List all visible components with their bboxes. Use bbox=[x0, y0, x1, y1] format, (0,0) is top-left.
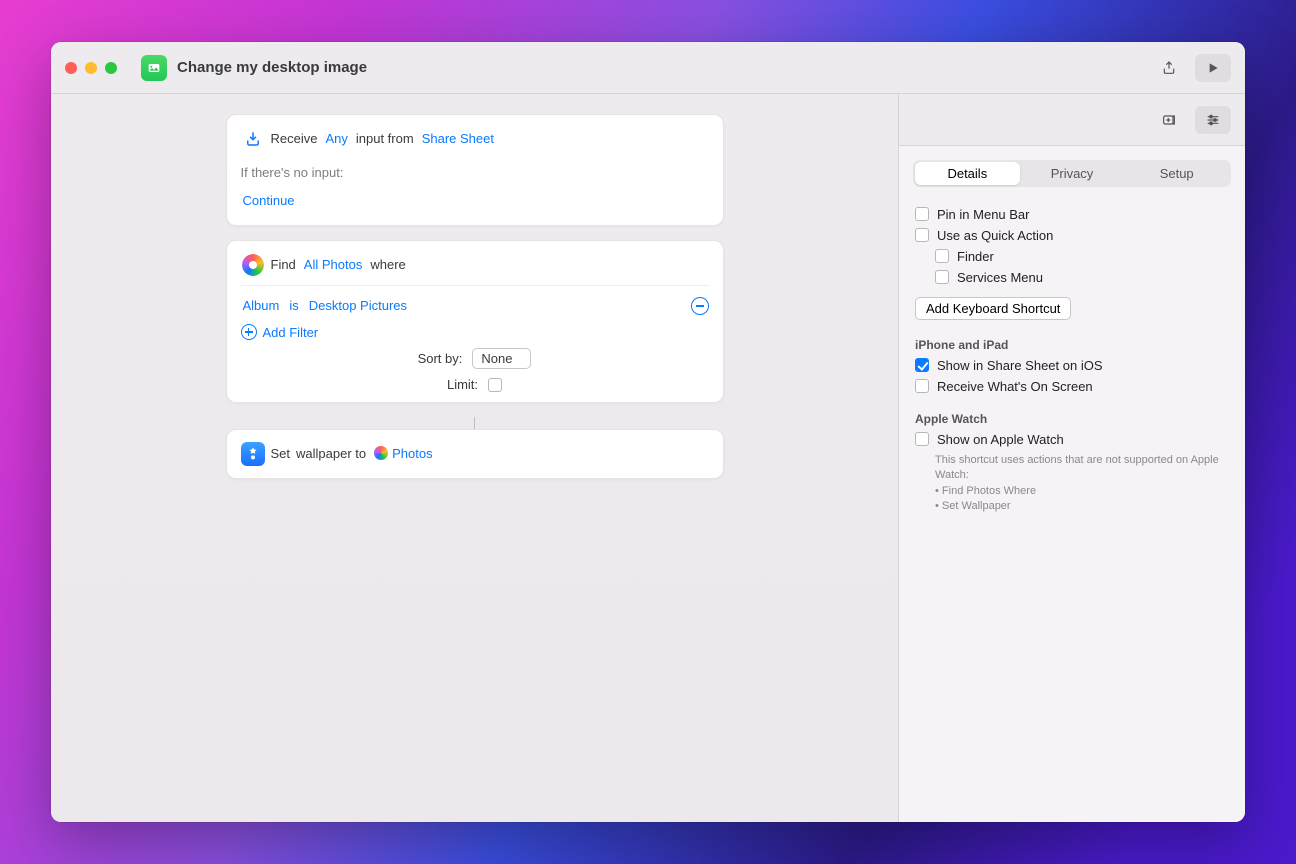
tab-setup[interactable]: Setup bbox=[1124, 162, 1229, 185]
check-pin-menu-bar[interactable] bbox=[915, 207, 929, 221]
inspector-sidebar: Details Privacy Setup Pin in Menu Bar Us… bbox=[899, 94, 1245, 822]
workflow-canvas[interactable]: Receive Any input from Share Sheet If th… bbox=[51, 94, 899, 822]
plus-circle-icon bbox=[241, 324, 257, 340]
token-source[interactable]: Share Sheet bbox=[420, 125, 496, 153]
label-input-from: input from bbox=[356, 125, 414, 153]
add-filter-button[interactable]: Add Filter bbox=[241, 324, 709, 340]
label-find: Find bbox=[271, 251, 296, 279]
details-panel: Pin in Menu Bar Use as Quick Action Find… bbox=[899, 201, 1245, 525]
shortcuts-editor-window: Change my desktop image Receive Any inpu… bbox=[51, 42, 1245, 822]
token-no-input-action[interactable]: Continue bbox=[241, 187, 297, 215]
label-pin-menu-bar: Pin in Menu Bar bbox=[937, 207, 1030, 222]
token-collection[interactable]: All Photos bbox=[302, 251, 365, 279]
watch-unsupported-note: This shortcut uses actions that are not … bbox=[935, 453, 1229, 515]
label-wallpaper-to: wallpaper to bbox=[296, 440, 366, 468]
section-iphone-ipad: iPhone and iPad bbox=[915, 338, 1229, 352]
check-finder[interactable] bbox=[935, 249, 949, 263]
sidebar-toolbar bbox=[899, 94, 1245, 146]
action-set-wallpaper[interactable]: Set wallpaper to Photos bbox=[226, 429, 724, 479]
tab-details[interactable]: Details bbox=[915, 162, 1020, 185]
label-no-input: If there's no input: bbox=[241, 159, 344, 187]
minimize-button[interactable] bbox=[85, 62, 97, 74]
add-keyboard-shortcut-button[interactable]: Add Keyboard Shortcut bbox=[915, 297, 1071, 320]
remove-filter-button[interactable] bbox=[691, 297, 709, 315]
token-wallpaper-source[interactable]: Photos bbox=[372, 440, 434, 468]
action-find-photos[interactable]: Find All Photos where Album is Desktop P… bbox=[226, 240, 724, 403]
check-services-menu[interactable] bbox=[935, 270, 949, 284]
input-icon bbox=[241, 127, 265, 151]
inspector-tabs: Details Privacy Setup bbox=[913, 160, 1231, 187]
fullscreen-button[interactable] bbox=[105, 62, 117, 74]
shortcut-icon bbox=[141, 55, 167, 81]
limit-label: Limit: bbox=[447, 377, 478, 392]
photos-app-icon bbox=[241, 253, 265, 277]
label-finder: Finder bbox=[957, 249, 994, 264]
limit-checkbox[interactable] bbox=[488, 378, 502, 392]
label-where: where bbox=[370, 251, 405, 279]
check-receive-on-screen[interactable] bbox=[915, 379, 929, 393]
label-quick-action: Use as Quick Action bbox=[937, 228, 1053, 243]
check-share-sheet-ios[interactable] bbox=[915, 358, 929, 372]
action-receive-input[interactable]: Receive Any input from Share Sheet If th… bbox=[226, 114, 724, 226]
inspector-button[interactable] bbox=[1195, 106, 1231, 134]
section-apple-watch: Apple Watch bbox=[915, 412, 1229, 426]
add-filter-label: Add Filter bbox=[263, 325, 319, 340]
label-show-on-watch: Show on Apple Watch bbox=[937, 432, 1064, 447]
close-button[interactable] bbox=[65, 62, 77, 74]
label-receive: Receive bbox=[271, 125, 318, 153]
photos-mini-icon bbox=[374, 446, 388, 460]
sort-by-select[interactable]: None bbox=[472, 348, 531, 369]
window-title: Change my desktop image bbox=[177, 59, 367, 76]
check-quick-action[interactable] bbox=[915, 228, 929, 242]
titlebar: Change my desktop image bbox=[51, 42, 1245, 94]
window-controls bbox=[65, 62, 117, 74]
filter-field[interactable]: Album bbox=[241, 292, 282, 320]
tab-privacy[interactable]: Privacy bbox=[1020, 162, 1125, 185]
library-button[interactable] bbox=[1151, 106, 1187, 134]
check-show-on-watch[interactable] bbox=[915, 432, 929, 446]
filter-op[interactable]: is bbox=[287, 292, 300, 320]
label-set: Set bbox=[271, 440, 291, 468]
label-share-sheet-ios: Show in Share Sheet on iOS bbox=[937, 358, 1103, 373]
run-button[interactable] bbox=[1195, 54, 1231, 82]
wallpaper-action-icon bbox=[241, 442, 265, 466]
token-input-types[interactable]: Any bbox=[323, 125, 349, 153]
label-services-menu: Services Menu bbox=[957, 270, 1043, 285]
sort-by-label: Sort by: bbox=[418, 351, 463, 366]
filter-value[interactable]: Desktop Pictures bbox=[307, 292, 409, 320]
connector bbox=[474, 417, 475, 429]
share-button[interactable] bbox=[1151, 54, 1187, 82]
label-receive-on-screen: Receive What's On Screen bbox=[937, 379, 1093, 394]
